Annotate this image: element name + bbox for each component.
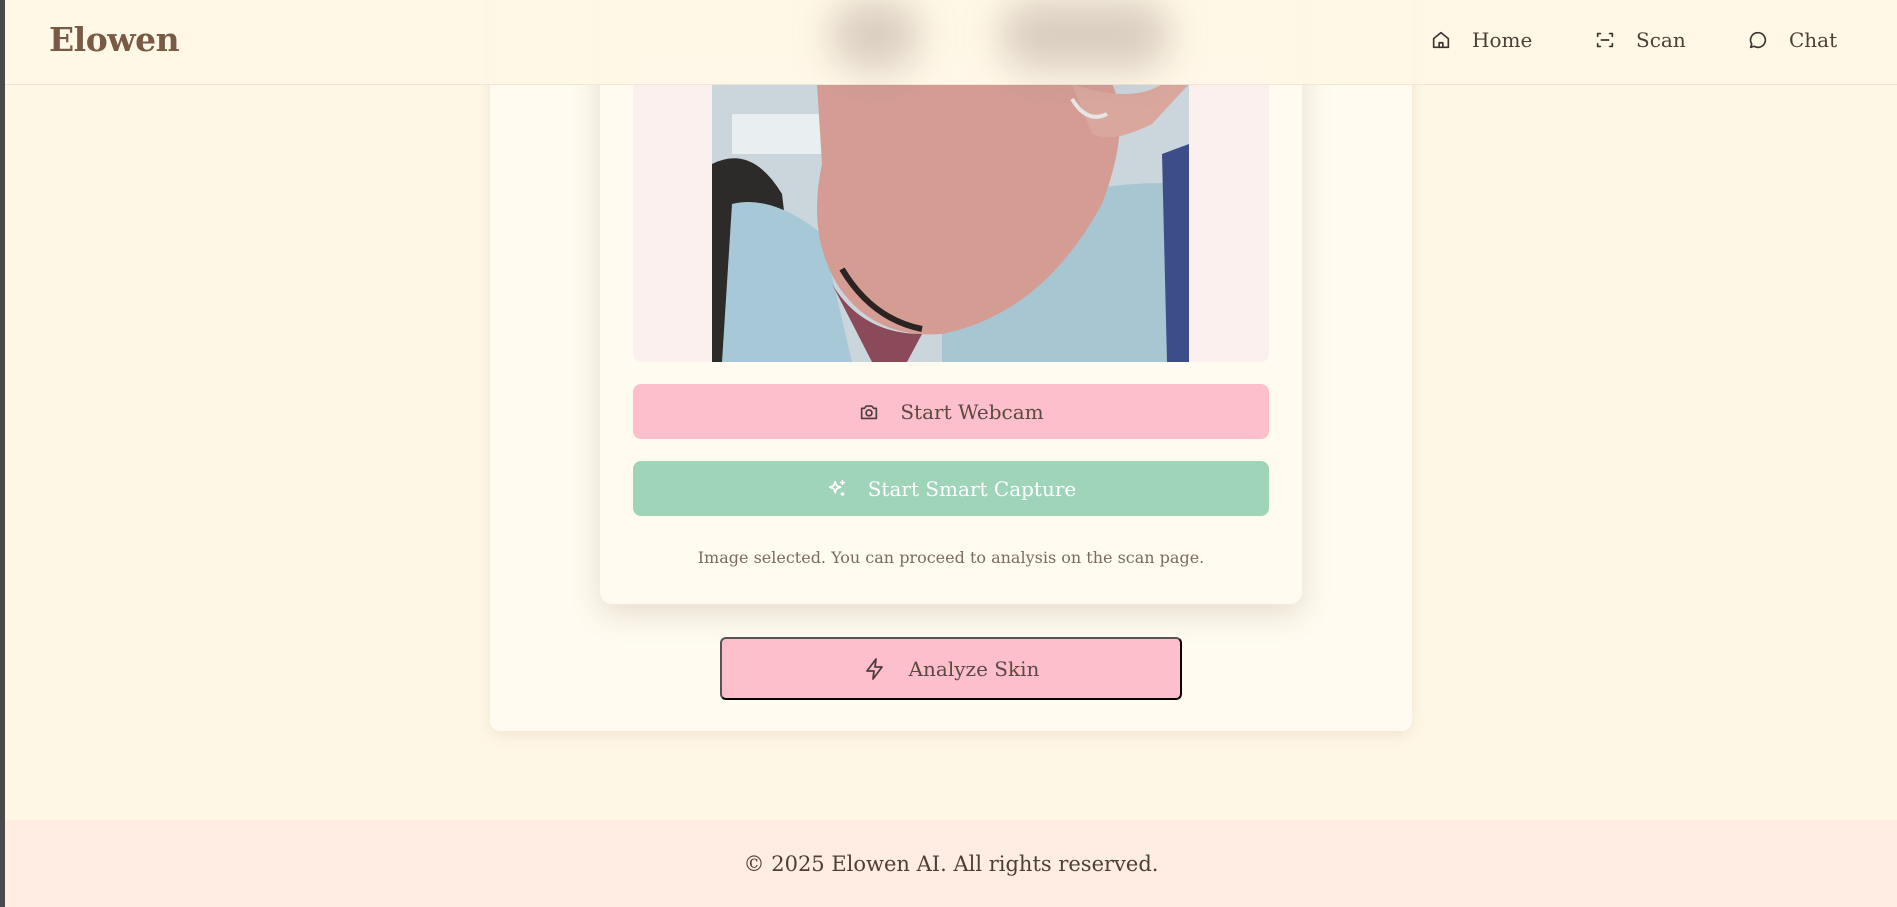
analyze-skin-button[interactable]: Analyze Skin — [720, 637, 1182, 700]
nav-chat[interactable]: Chat — [1747, 26, 1837, 54]
home-icon — [1432, 31, 1450, 49]
copyright-text: © 2025 Elowen AI. All rights reserved. — [743, 851, 1159, 876]
scan-icon — [1596, 32, 1614, 48]
sparkles-icon — [828, 479, 845, 496]
nav-scan-label: Scan — [1636, 28, 1686, 52]
blurred-artifact — [1000, 0, 1170, 70]
start-webcam-label: Start Webcam — [900, 399, 1044, 424]
camera-icon — [861, 404, 878, 419]
nav-chat-label: Chat — [1789, 28, 1838, 52]
status-message: Image selected. You can proceed to analy… — [697, 548, 1205, 567]
start-smart-capture-button[interactable]: Start Smart Capture — [633, 461, 1269, 516]
start-smart-capture-label: Start Smart Capture — [867, 476, 1077, 501]
top-nav-bar: Elowen Home Scan Chat — [5, 0, 1897, 85]
preview-frame — [633, 60, 1269, 362]
chat-icon — [1749, 31, 1767, 49]
start-webcam-button[interactable]: Start Webcam — [633, 384, 1269, 439]
lightning-icon — [865, 657, 883, 680]
nav-scan[interactable]: Scan — [1594, 26, 1686, 54]
blurred-artifact — [830, 0, 920, 70]
analyze-skin-label: Analyze Skin — [908, 656, 1040, 681]
nav-home[interactable]: Home — [1430, 26, 1532, 54]
webcam-preview-image — [712, 84, 1189, 362]
footer: © 2025 Elowen AI. All rights reserved. — [5, 820, 1897, 907]
brand-logo[interactable]: Elowen — [49, 20, 180, 59]
nav-home-label: Home — [1472, 28, 1533, 52]
window-edge — [0, 0, 5, 907]
